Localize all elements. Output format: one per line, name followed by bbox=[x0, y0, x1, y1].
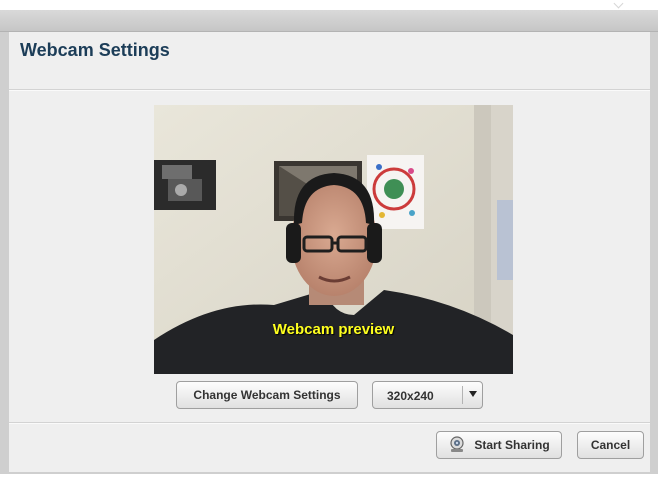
webcam-icon bbox=[450, 436, 464, 452]
header-divider bbox=[9, 89, 650, 91]
dialog-title: Webcam Settings bbox=[20, 40, 170, 60]
resolution-select-value: 320x240 bbox=[387, 389, 434, 403]
window-title-bar bbox=[0, 10, 658, 32]
change-webcam-settings-button[interactable]: Change Webcam Settings bbox=[176, 381, 358, 409]
change-webcam-settings-label: Change Webcam Settings bbox=[193, 388, 341, 402]
resolution-select[interactable]: 320x240 bbox=[372, 381, 483, 409]
select-divider bbox=[462, 386, 463, 404]
webcam-settings-dialog: Webcam Settings Webcam preview Change We… bbox=[9, 32, 650, 472]
resize-corner-icon bbox=[613, 0, 624, 9]
chevron-down-icon[interactable] bbox=[469, 391, 477, 397]
start-sharing-label: Start Sharing bbox=[474, 438, 550, 452]
start-sharing-button[interactable]: Start Sharing bbox=[436, 431, 562, 459]
cancel-label: Cancel bbox=[590, 438, 631, 452]
webcam-preview-label: Webcam preview bbox=[272, 321, 395, 338]
webcam-preview: Webcam preview bbox=[154, 105, 513, 374]
cancel-button[interactable]: Cancel bbox=[577, 431, 644, 459]
footer-divider bbox=[9, 422, 650, 424]
